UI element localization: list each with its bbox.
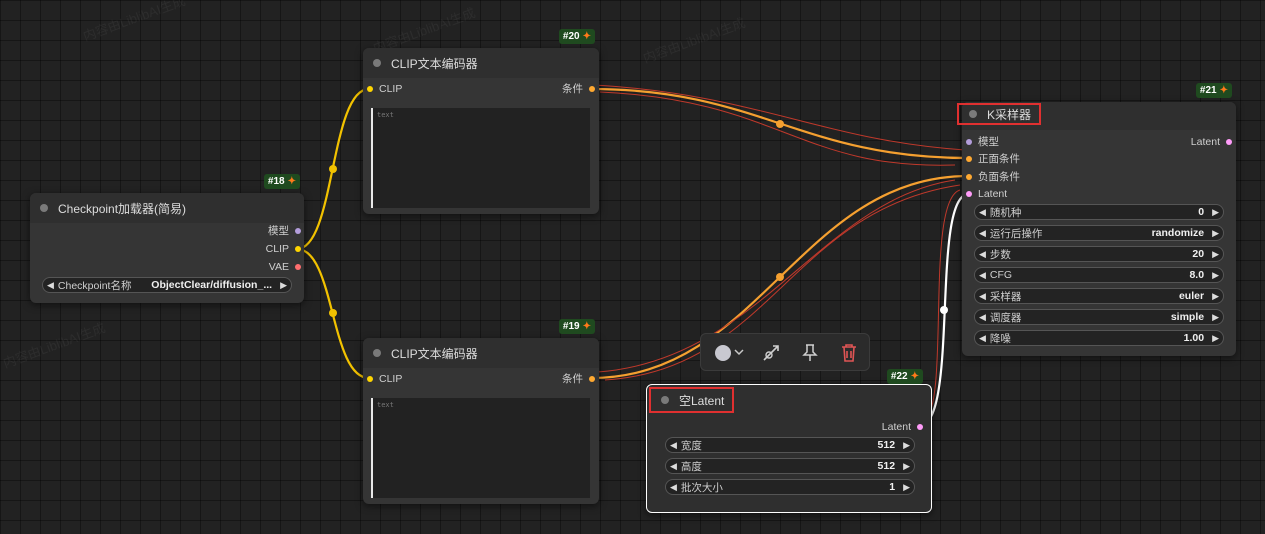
output-slot-vae[interactable]: VAE (269, 260, 301, 274)
node-header[interactable]: CLIP文本编码器 (363, 48, 599, 78)
node-title: CLIP文本编码器 (391, 56, 478, 71)
fox-icon: ✦ (287, 176, 296, 187)
collapse-dot-icon[interactable] (969, 110, 977, 118)
clip-text-encode-positive-node[interactable]: #20 ✦ CLIP文本编码器 CLIP 条件 text (363, 29, 599, 214)
node-id-badge: #21 ✦ (1195, 83, 1232, 98)
fox-icon: ✦ (1219, 85, 1228, 96)
left-arrow-icon[interactable]: ◀ (47, 280, 54, 291)
collapse-dot-icon[interactable] (373, 59, 381, 67)
output-slot-latent[interactable]: Latent (1191, 135, 1232, 149)
left-arrow-icon[interactable]: ◀ (979, 207, 986, 218)
node-header[interactable]: K采样器 (957, 102, 1236, 130)
input-slot-latent[interactable]: Latent (966, 187, 1007, 201)
color-circle-icon[interactable] (714, 344, 732, 362)
pin-icon[interactable] (801, 343, 819, 363)
sampler-widget[interactable]: ◀ 采样器 euler ▶ (974, 288, 1224, 304)
control-after-generate-widget[interactable]: ◀ 运行后操作 randomize ▶ (974, 225, 1224, 241)
checkpoint-loader-node[interactable]: #18 ✦ Checkpoint加载器(简易) 模型 CLIP VAE ◀ Che… (30, 174, 304, 303)
fox-icon: ✦ (582, 31, 591, 42)
right-arrow-icon[interactable]: ▶ (1212, 228, 1219, 239)
title-highlight-box: K采样器 (957, 103, 1042, 125)
node-toolbar (700, 333, 870, 371)
wire-midpoint (940, 306, 948, 314)
left-arrow-icon[interactable]: ◀ (979, 249, 986, 260)
scheduler-widget[interactable]: ◀ 调度器 simple ▶ (974, 309, 1224, 325)
node-title: Checkpoint加载器(简易) (58, 201, 187, 216)
left-arrow-icon[interactable]: ◀ (979, 228, 986, 239)
node-id-badge: #18 ✦ (263, 174, 300, 189)
steps-widget[interactable]: ◀ 步数 20 ▶ (974, 246, 1224, 262)
output-slot-conditioning[interactable]: 条件 (562, 82, 595, 96)
prompt-textarea[interactable]: text (371, 398, 590, 498)
bypass-icon[interactable] (761, 343, 781, 363)
left-arrow-icon[interactable]: ◀ (670, 482, 677, 493)
right-arrow-icon[interactable]: ▶ (1212, 333, 1219, 344)
cfg-widget[interactable]: ◀ CFG 8.0 ▶ (974, 267, 1224, 283)
chevron-down-icon[interactable] (734, 349, 744, 357)
wire-midpoint (776, 120, 784, 128)
output-slot-model[interactable]: 模型 (268, 224, 301, 238)
wire-midpoint (329, 165, 337, 173)
wire-midpoint (329, 309, 337, 317)
wire-shadow (594, 84, 966, 151)
height-widget[interactable]: ◀ 高度 512 ▶ (665, 458, 915, 474)
node-title: CLIP文本编码器 (391, 346, 478, 361)
fox-icon: ✦ (910, 371, 919, 382)
width-widget[interactable]: ◀ 宽度 512 ▶ (665, 437, 915, 453)
right-arrow-icon[interactable]: ▶ (903, 461, 910, 472)
denoise-widget[interactable]: ◀ 降噪 1.00 ▶ (974, 330, 1224, 346)
right-arrow-icon[interactable]: ▶ (903, 482, 910, 493)
node-title: 空Latent (679, 393, 725, 408)
node-header[interactable]: 空Latent (647, 385, 931, 415)
input-slot-clip[interactable]: CLIP (367, 82, 402, 96)
node-header[interactable]: Checkpoint加载器(简易) (30, 193, 304, 223)
ksampler-node[interactable]: #21 ✦ K采样器 模型 正面条件 负面条件 Latent Latent ◀ 随机… (957, 83, 1236, 356)
node-id-badge: #20 ✦ (558, 29, 595, 44)
seed-widget[interactable]: ◀ 随机种 0 ▶ (974, 204, 1224, 220)
left-arrow-icon[interactable]: ◀ (670, 461, 677, 472)
output-slot-latent[interactable]: Latent (882, 420, 923, 434)
right-arrow-icon[interactable]: ▶ (280, 280, 287, 291)
left-arrow-icon[interactable]: ◀ (979, 312, 986, 323)
right-arrow-icon[interactable]: ▶ (1212, 312, 1219, 323)
input-slot-clip[interactable]: CLIP (367, 372, 402, 386)
right-arrow-icon[interactable]: ▶ (1212, 291, 1219, 302)
node-header[interactable]: CLIP文本编码器 (363, 338, 599, 368)
right-arrow-icon[interactable]: ▶ (1212, 249, 1219, 260)
title-highlight-box: 空Latent (649, 387, 735, 413)
collapse-dot-icon[interactable] (373, 349, 381, 357)
node-id-badge: #22 ✦ (886, 369, 923, 384)
checkpoint-name-combo[interactable]: ◀ Checkpoint名称 ObjectClear/diffusion_...… (42, 277, 292, 293)
node-id-badge: #19 ✦ (558, 319, 595, 334)
node-title: K采样器 (987, 107, 1032, 122)
output-slot-conditioning[interactable]: 条件 (562, 372, 595, 386)
clip-text-encode-negative-node[interactable]: #19 ✦ CLIP文本编码器 CLIP 条件 text (363, 319, 599, 504)
left-arrow-icon[interactable]: ◀ (979, 270, 986, 281)
collapse-dot-icon[interactable] (40, 204, 48, 212)
right-arrow-icon[interactable]: ▶ (903, 440, 910, 451)
fox-icon: ✦ (582, 321, 591, 332)
right-arrow-icon[interactable]: ▶ (1212, 207, 1219, 218)
input-slot-model[interactable]: 模型 (966, 135, 999, 149)
left-arrow-icon[interactable]: ◀ (979, 333, 986, 344)
prompt-textarea[interactable]: text (371, 108, 590, 208)
empty-latent-node[interactable]: #22 ✦ 空Latent Latent ◀ 宽度 512 ▶ ◀ 高度 512 ▶ ◀ 批次大… (646, 369, 932, 513)
left-arrow-icon[interactable]: ◀ (670, 440, 677, 451)
input-slot-negative[interactable]: 负面条件 (966, 170, 1020, 184)
output-slot-clip[interactable]: CLIP (266, 242, 301, 256)
wire-midpoint (776, 273, 784, 281)
collapse-dot-icon[interactable] (661, 396, 669, 404)
input-slot-positive[interactable]: 正面条件 (966, 152, 1020, 166)
left-arrow-icon[interactable]: ◀ (979, 291, 986, 302)
batch-size-widget[interactable]: ◀ 批次大小 1 ▶ (665, 479, 915, 495)
trash-icon[interactable] (840, 343, 858, 363)
right-arrow-icon[interactable]: ▶ (1212, 270, 1219, 281)
